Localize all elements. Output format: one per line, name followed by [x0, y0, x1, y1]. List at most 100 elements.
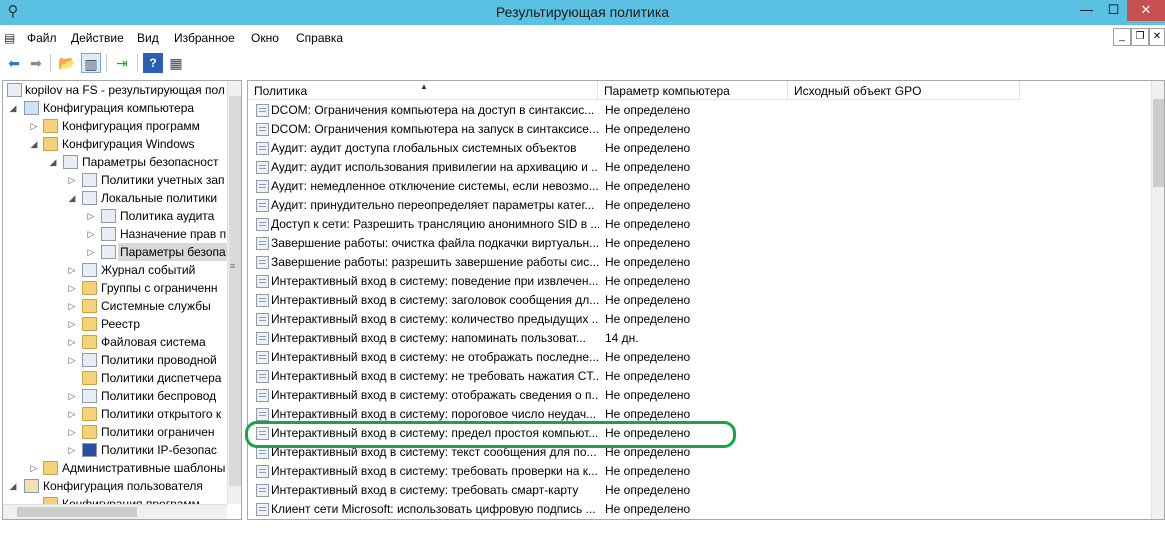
policy-list-pane[interactable]: Политика ▲ Параметр компьютера Исходный …	[247, 80, 1165, 520]
table-row[interactable]: Аудит: аудит использования привилегии на…	[248, 158, 1153, 177]
table-row[interactable]: Доступ к сети: Разрешить трансляцию анон…	[248, 215, 1153, 234]
collapse-arrow-icon[interactable]: ◢	[29, 135, 39, 153]
export-list-icon[interactable]: ⇥	[112, 53, 132, 73]
table-row[interactable]: Интерактивный вход в систему: требовать …	[248, 481, 1153, 500]
tree-item-account-policies[interactable]: ▷ Политики учетных зап	[3, 171, 227, 189]
collapse-arrow-icon[interactable]: ◢	[8, 477, 18, 495]
tree-item-user-rights[interactable]: ▷ Назначение прав п	[3, 225, 227, 243]
table-row[interactable]: Аудит: аудит доступа глобальных системны…	[248, 139, 1153, 158]
menu-action[interactable]: Действие	[71, 31, 124, 45]
tree-item-computer-config[interactable]: ◢ Конфигурация компьютера	[3, 99, 227, 117]
tree-item-wired-policies[interactable]: ▷ Политики проводной	[3, 351, 227, 369]
tree-item-windows-settings[interactable]: ◢ Конфигурация Windows	[3, 135, 227, 153]
menu-window[interactable]: Окно	[251, 31, 279, 45]
expand-arrow-icon[interactable]: ▷	[86, 225, 96, 243]
expand-arrow-icon[interactable]: ▷	[86, 243, 96, 261]
table-row[interactable]: Интерактивный вход в систему: требовать …	[248, 462, 1153, 481]
tree-item-security-settings[interactable]: ◢ Параметры безопасност	[3, 153, 227, 171]
show-hide-tree-icon[interactable]: ▥	[81, 53, 101, 73]
column-header-computer-setting[interactable]: Параметр компьютера	[598, 81, 788, 100]
close-button[interactable]: ✕	[1127, 0, 1165, 21]
tree-item-rsop-root[interactable]: kopilov на FS - результирующая пол	[3, 81, 227, 99]
expand-arrow-icon[interactable]: ▷	[29, 117, 39, 135]
table-row[interactable]: Интерактивный вход в систему: количество…	[248, 310, 1153, 329]
menu-bar: ▤ Файл Действие Вид Избранное Окно Справ…	[0, 28, 1165, 48]
tree-pane[interactable]: kopilov на FS - результирующая пол ◢ Кон…	[2, 80, 242, 520]
column-header-source-gpo[interactable]: Исходный объект GPO	[788, 81, 1020, 100]
folder-icon	[82, 371, 97, 385]
menu-view[interactable]: Вид	[137, 31, 159, 45]
scroll-thumb[interactable]	[1153, 99, 1164, 187]
expand-arrow-icon[interactable]: ▷	[86, 207, 96, 225]
table-row[interactable]: Клиент сети Microsoft: использовать цифр…	[248, 500, 1153, 519]
expand-arrow-icon[interactable]: ▷	[67, 279, 77, 297]
forward-arrow-icon[interactable]: ➡	[26, 53, 46, 73]
expand-arrow-icon[interactable]: ▷	[67, 405, 77, 423]
child-minimize-icon[interactable]: _	[1113, 28, 1131, 46]
tree-item-public-key[interactable]: ▷ Политики открытого к	[3, 405, 227, 423]
tree-item-user-config[interactable]: ◢ Конфигурация пользователя	[3, 477, 227, 495]
expand-arrow-icon[interactable]: ▷	[67, 387, 77, 405]
scroll-thumb[interactable]	[229, 96, 241, 486]
table-row[interactable]: Интерактивный вход в систему: отображать…	[248, 386, 1153, 405]
tree-item-network-manager[interactable]: Политики диспетчера	[3, 369, 227, 387]
help-icon[interactable]: ?	[143, 53, 163, 73]
menu-help[interactable]: Справка	[296, 31, 343, 45]
table-row[interactable]: Аудит: немедленное отключение системы, е…	[248, 177, 1153, 196]
table-row[interactable]: Завершение работы: разрешить завершение …	[248, 253, 1153, 272]
back-arrow-icon[interactable]: ⬅	[4, 53, 24, 73]
maximize-button[interactable]: ☐	[1100, 0, 1127, 21]
collapse-arrow-icon[interactable]: ◢	[48, 153, 58, 171]
tree-item-wireless-policies[interactable]: ▷ Политики беспровод	[3, 387, 227, 405]
table-row[interactable]: Интерактивный вход в систему: не отображ…	[248, 348, 1153, 367]
tree-item-registry[interactable]: ▷ Реестр	[3, 315, 227, 333]
expand-arrow-icon[interactable]: ▷	[29, 459, 39, 477]
tree-horizontal-scrollbar[interactable]	[3, 504, 227, 519]
tree-item-system-services[interactable]: ▷ Системные службы	[3, 297, 227, 315]
minimize-button[interactable]: —	[1073, 0, 1100, 21]
table-row[interactable]: Аудит: принудительно переопределяет пара…	[248, 196, 1153, 215]
collapse-arrow-icon[interactable]: ◢	[8, 99, 18, 117]
list-vertical-scrollbar[interactable]	[1151, 81, 1164, 519]
column-header-label: Исходный объект GPO	[794, 84, 922, 98]
table-row[interactable]: Интерактивный вход в систему: заголовок …	[248, 291, 1153, 310]
table-row[interactable]: Завершение работы: очистка файла подкачк…	[248, 234, 1153, 253]
column-header-policy[interactable]: Политика ▲	[248, 81, 598, 100]
table-row[interactable]: Интерактивный вход в систему: поведение …	[248, 272, 1153, 291]
policy-name: Доступ к сети: Разрешить трансляцию анон…	[271, 217, 599, 231]
tree-item-user-software[interactable]: Конфигурация программ	[3, 495, 227, 504]
tree-item-audit-policy[interactable]: ▷ Политика аудита	[3, 207, 227, 225]
document-icon[interactable]: ▤	[4, 30, 18, 46]
tree-item-software-settings[interactable]: ▷ Конфигурация программ	[3, 117, 227, 135]
tree-item-software-restriction[interactable]: ▷ Политики ограничен	[3, 423, 227, 441]
expand-arrow-icon[interactable]: ▷	[67, 441, 77, 459]
expand-arrow-icon[interactable]: ▷	[67, 261, 77, 279]
collapse-arrow-icon[interactable]: ◢	[67, 189, 77, 207]
tree-item-restricted-groups[interactable]: ▷ Группы с ограниченн	[3, 279, 227, 297]
child-close-icon[interactable]: ✕	[1149, 28, 1165, 46]
child-restore-icon[interactable]: ❐	[1131, 28, 1149, 46]
table-row[interactable]: DCOM: Ограничения компьютера на доступ в…	[248, 101, 1153, 120]
table-row[interactable]: Интерактивный вход в систему: напоминать…	[248, 329, 1153, 348]
tree-item-security-options[interactable]: ▷ Параметры безопа	[3, 243, 228, 261]
menu-file[interactable]: Файл	[27, 31, 57, 45]
tree-item-admin-templates[interactable]: ▷ Административные шаблоны	[3, 459, 227, 477]
table-row[interactable]: Интерактивный вход в систему: не требова…	[248, 367, 1153, 386]
up-folder-icon[interactable]: 📂	[57, 53, 77, 73]
properties-icon[interactable]: ▦	[166, 53, 186, 73]
tree-item-ip-security[interactable]: ▷ Политики IP-безопас	[3, 441, 227, 459]
expand-arrow-icon[interactable]: ▷	[67, 351, 77, 369]
expand-arrow-icon[interactable]: ▷	[67, 171, 77, 189]
tree-vertical-scrollbar[interactable]: ≡	[227, 81, 241, 504]
expand-arrow-icon[interactable]: ▷	[67, 297, 77, 315]
expand-arrow-icon[interactable]: ▷	[67, 315, 77, 333]
expand-arrow-icon[interactable]: ▷	[67, 333, 77, 351]
menu-favorites[interactable]: Избранное	[174, 31, 235, 45]
expand-arrow-icon[interactable]: ▷	[67, 423, 77, 441]
table-row[interactable]: DCOM: Ограничения компьютера на запуск в…	[248, 120, 1153, 139]
tree-item-event-log[interactable]: ▷ Журнал событий	[3, 261, 227, 279]
tree-item-label: Политика аудита	[120, 209, 215, 223]
tree-item-local-policies[interactable]: ◢ Локальные политики	[3, 189, 227, 207]
scroll-thumb[interactable]	[17, 507, 137, 517]
tree-item-file-system[interactable]: ▷ Файловая система	[3, 333, 227, 351]
